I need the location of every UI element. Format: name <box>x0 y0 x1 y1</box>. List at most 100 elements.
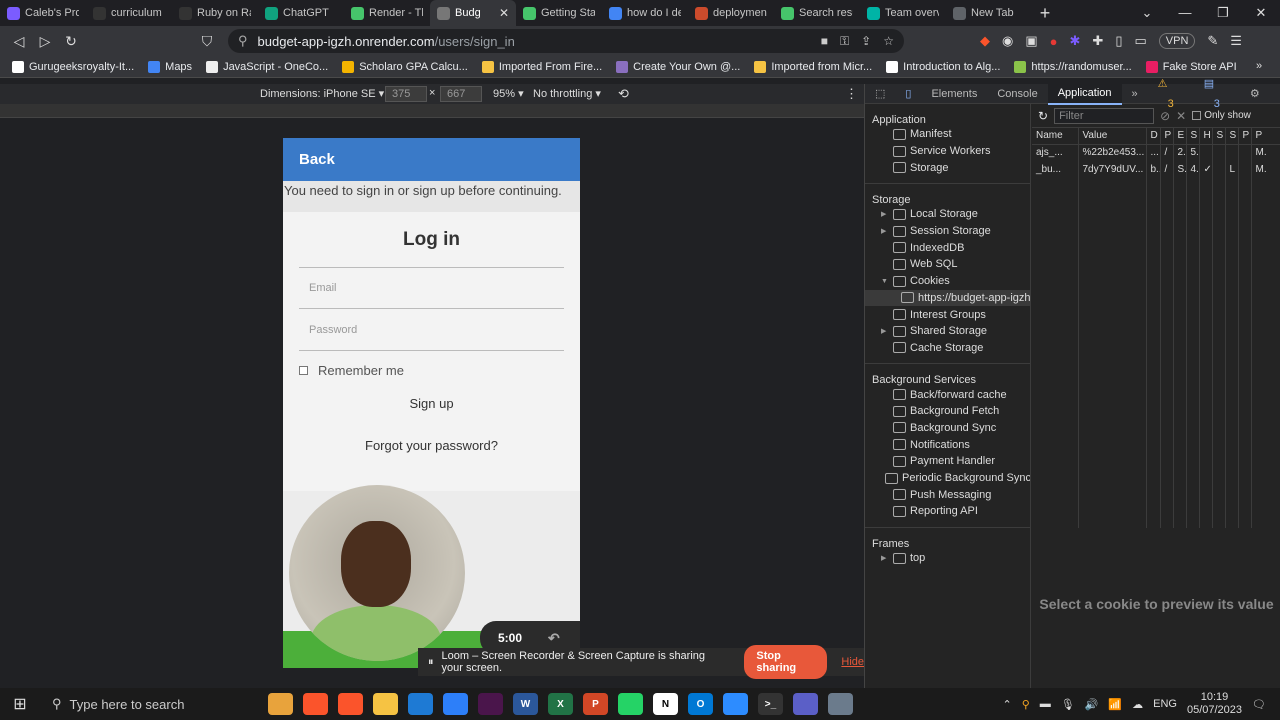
expand-arrow-icon[interactable]: ▶ <box>881 327 889 335</box>
notion-icon[interactable]: N <box>653 693 678 715</box>
tab-console[interactable]: Console <box>987 84 1047 104</box>
throttle-select[interactable]: No throttling ▾ <box>533 87 601 100</box>
undo-icon[interactable]: ↶ <box>548 630 560 647</box>
excel-icon[interactable]: X <box>548 693 573 715</box>
browser-tab[interactable]: Render - The <box>344 0 430 26</box>
brave-icon[interactable] <box>303 693 328 715</box>
sidebar-item[interactable]: ▶ Session Storage <box>865 223 1030 240</box>
bookmark-icon[interactable]: ⛉ <box>194 33 220 50</box>
sidebar-item[interactable]: Back/forward cache <box>865 386 1030 403</box>
tray-app-icon[interactable]: ⚲ <box>1022 698 1030 711</box>
device-select[interactable]: Dimensions: iPhone SE ▾ <box>260 87 384 100</box>
app-icon[interactable] <box>828 693 853 715</box>
column-header[interactable]: P <box>1160 128 1174 145</box>
reload-icon[interactable]: ↻ <box>58 33 84 50</box>
sidebar-item[interactable]: Manifest <box>865 126 1030 143</box>
more-tabs-icon[interactable]: » <box>1122 84 1148 104</box>
inspect-icon[interactable]: ⬚ <box>865 84 895 104</box>
slack-icon[interactable] <box>478 693 503 715</box>
clear-filter-icon[interactable]: ⊘ <box>1160 109 1170 123</box>
column-header[interactable]: P <box>1251 128 1280 145</box>
back-icon[interactable]: ◁ <box>6 33 32 50</box>
volume-icon[interactable]: 🔊 <box>1085 698 1099 711</box>
new-tab-button[interactable]: + <box>1032 3 1058 24</box>
expand-arrow-icon[interactable]: ▶ <box>881 227 889 235</box>
browser-tab[interactable]: ChatGPT <box>258 0 344 26</box>
star-icon[interactable]: ☆ <box>883 34 894 48</box>
teams-icon[interactable] <box>793 693 818 715</box>
pen-icon[interactable]: ✎ <box>1207 33 1218 49</box>
sidebar-item[interactable]: Web SQL <box>865 256 1030 273</box>
sidebar-item[interactable]: ▼ Cookies <box>865 273 1030 290</box>
devtools-menu-icon[interactable]: ⋮ <box>1270 84 1280 104</box>
browser-tab[interactable]: how do I de <box>602 0 688 26</box>
address-bar[interactable]: ⚲ budget-app-igzh.onrender.com/users/sig… <box>228 29 904 53</box>
menu-icon[interactable]: ☰ <box>1230 33 1242 49</box>
width-input[interactable]: 375 <box>385 86 427 102</box>
close-button[interactable]: ✕ <box>1242 0 1280 26</box>
column-header[interactable]: E <box>1173 128 1187 145</box>
close-tab-icon[interactable]: ✕ <box>499 6 509 20</box>
tray-app-icon[interactable]: ☁ <box>1132 698 1143 711</box>
more-bookmarks-icon[interactable]: » <box>1256 60 1262 72</box>
browser-tab[interactable]: Search resul <box>774 0 860 26</box>
column-header[interactable]: P <box>1238 128 1252 145</box>
camera-icon[interactable]: ■ <box>821 34 828 48</box>
forward-icon[interactable]: ▷ <box>32 33 58 50</box>
sidebar-item[interactable]: Background Sync <box>865 420 1030 437</box>
bookmark-item[interactable]: Imported from Micr... <box>754 60 872 73</box>
sidebar-item[interactable]: Payment Handler <box>865 453 1030 470</box>
network-icon[interactable]: 📶 <box>1108 698 1122 711</box>
brave-shields-icon[interactable]: ◆ <box>980 33 990 49</box>
tab-application[interactable]: Application <box>1047 82 1122 105</box>
taskbar-clock[interactable]: 10:19 05/07/2023 <box>1187 691 1242 717</box>
browser-tab[interactable]: Caleb's Prog <box>0 0 86 26</box>
column-header[interactable]: S <box>1225 128 1239 145</box>
device-toggle-icon[interactable]: ▯ <box>895 84 921 104</box>
browser-tab[interactable]: Ruby on Ra <box>172 0 258 26</box>
browser-tab[interactable]: Getting Star <box>516 0 602 26</box>
forgot-password-link[interactable]: Forgot your password? <box>283 438 580 453</box>
column-header[interactable]: Value <box>1078 128 1147 145</box>
zoom-icon[interactable] <box>723 693 748 715</box>
bookmark-item[interactable]: Scholaro GPA Calcu... <box>342 60 468 73</box>
microphone-icon[interactable]: 🎙 <box>1061 698 1075 711</box>
file-explorer-icon[interactable] <box>268 693 293 715</box>
delete-icon[interactable]: ✕ <box>1176 109 1186 123</box>
maximize-button[interactable]: ❐ <box>1204 0 1242 26</box>
column-header[interactable]: S <box>1186 128 1200 145</box>
share-icon[interactable]: ⇪ <box>861 34 871 48</box>
refresh-icon[interactable]: ↻ <box>1038 109 1048 123</box>
windows-start-icon[interactable]: ⊞ <box>0 694 40 714</box>
sidebar-item[interactable]: Reporting API <box>865 503 1030 520</box>
tab-search-icon[interactable]: ⌄ <box>1128 0 1166 26</box>
tray-app-icon[interactable]: ▬ <box>1040 698 1051 710</box>
webcam-bubble[interactable] <box>289 485 465 661</box>
sidebar-item[interactable]: Cache Storage <box>865 340 1030 357</box>
sidebar-item[interactable]: Periodic Background Sync <box>865 470 1030 487</box>
expand-arrow-icon[interactable]: ▶ <box>881 554 889 562</box>
only-show-toggle[interactable]: Only show <box>1192 110 1251 121</box>
zoom-select[interactable]: 95% ▾ <box>493 87 524 100</box>
bookmark-item[interactable]: JavaScript - OneCo... <box>206 60 328 73</box>
expand-arrow-icon[interactable]: ▶ <box>881 210 889 218</box>
bookmark-item[interactable]: Create Your Own @... <box>616 60 740 73</box>
browser-tab[interactable]: New Tab <box>946 0 1032 26</box>
store-icon[interactable] <box>443 693 468 715</box>
browser-tab[interactable]: Team overv <box>860 0 946 26</box>
password-field[interactable]: Password <box>299 309 564 351</box>
bookmark-item[interactable]: Gurugeeksroyalty-It... <box>12 60 134 73</box>
remember-me[interactable]: Remember me <box>299 363 564 378</box>
key-icon[interactable]: ⚿ <box>840 34 849 49</box>
sidebar-item[interactable]: ▶ top <box>865 550 1030 567</box>
site-info-icon[interactable]: ⚲ <box>238 33 248 49</box>
terminal-icon[interactable]: >_ <box>758 693 783 715</box>
tray-chevron-icon[interactable]: ⌃ <box>1002 698 1011 711</box>
hide-link[interactable]: Hide <box>841 656 864 668</box>
browser-tab[interactable]: Budg ✕ <box>430 0 516 26</box>
filter-input[interactable]: Filter <box>1054 107 1155 124</box>
stop-sharing-button[interactable]: Stop sharing <box>744 645 828 679</box>
bookmark-item[interactable]: Imported From Fire... <box>481 60 602 73</box>
powerpoint-icon[interactable]: P <box>583 693 608 715</box>
sidebar-item[interactable]: Push Messaging <box>865 486 1030 503</box>
